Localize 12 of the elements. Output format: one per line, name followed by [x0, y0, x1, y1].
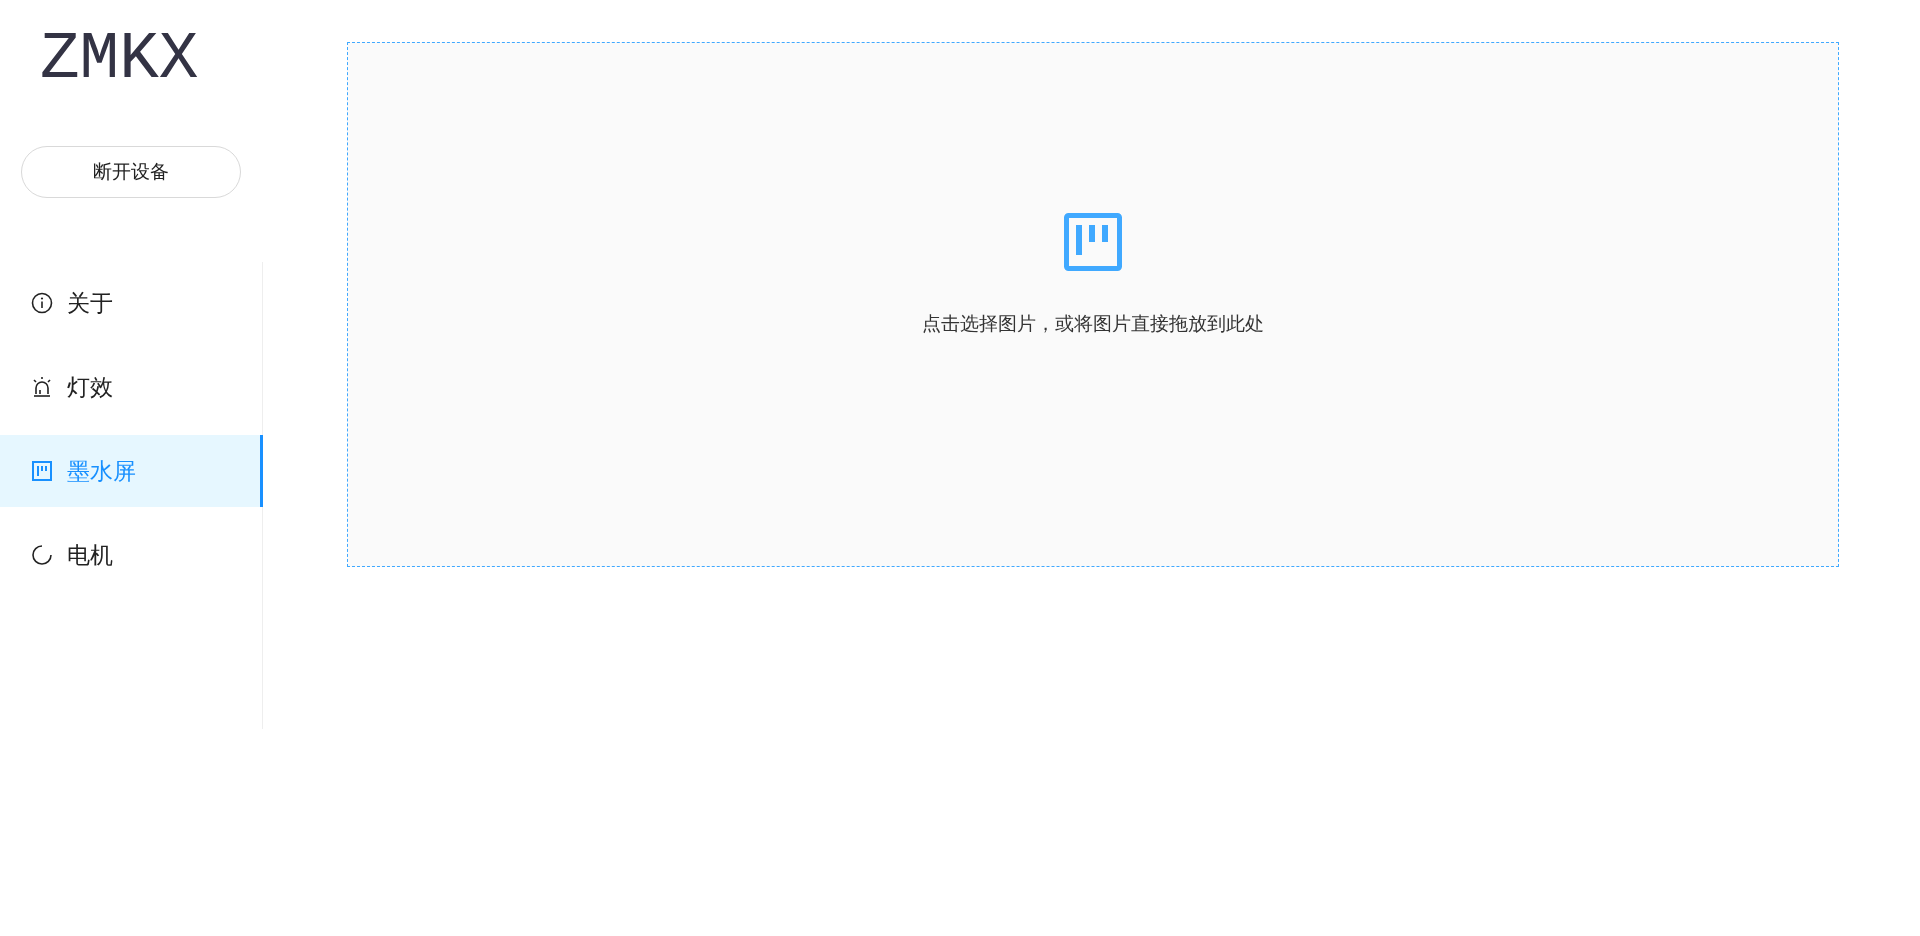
upload-hint: 点击选择图片，或将图片直接拖放到此处 [922, 311, 1264, 336]
menu-item[interactable]: 电机 [0, 519, 263, 591]
disconnect-button[interactable]: 断开设备 [21, 146, 241, 198]
logo: ZMKX [40, 22, 199, 98]
info-icon [31, 292, 53, 314]
menu-item[interactable]: 灯效 [0, 351, 263, 423]
menu-item[interactable]: 关于 [0, 267, 263, 339]
frame-icon [1064, 213, 1122, 271]
frame-icon [31, 460, 53, 482]
alarm-light-icon [31, 376, 53, 398]
loading-icon [31, 544, 53, 566]
upload-area[interactable]: 点击选择图片，或将图片直接拖放到此处 [347, 42, 1839, 567]
